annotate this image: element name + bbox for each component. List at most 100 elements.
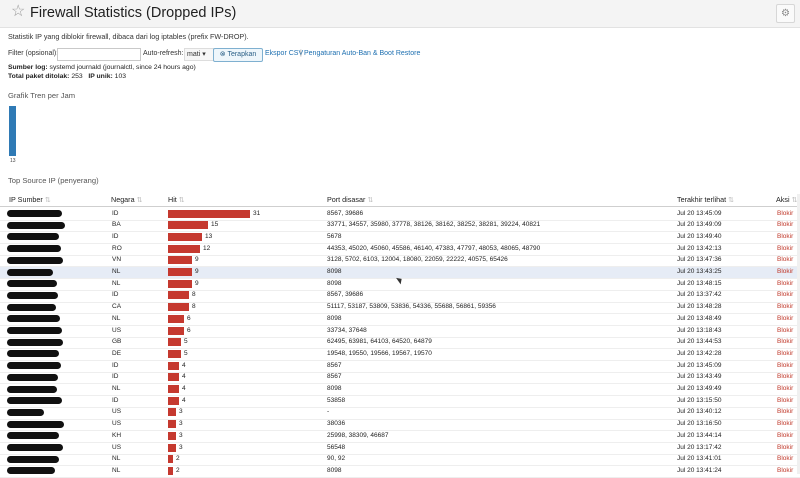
ports-cell: 25998, 38309, 46687 [327,431,389,439]
star-icon[interactable]: ☆ [11,4,25,20]
ports-cell: 33771, 34557, 35980, 37778, 38126, 38162… [327,221,541,229]
ports-cell: 90, 92 [327,455,346,463]
hit-bar [168,396,179,405]
hit-bar [168,373,179,382]
ports-cell: 62495, 63981, 64103, 64520, 64879 [327,338,432,346]
last-seen-cell: Jul 20 13:42:13 [677,244,722,252]
hit-count: 4 [182,396,186,404]
sort-icon: ⇅ [367,195,374,204]
country-cell: US [112,420,122,428]
hit-count: 4 [182,373,186,381]
page-title: Firewall Statistics (Dropped IPs) [30,5,237,21]
last-seen-cell: Jul 20 13:49:49 [677,385,722,392]
block-link[interactable]: Blokir [777,408,793,415]
gear-icon[interactable]: ⚙ [776,4,795,23]
block-link[interactable]: Blokir [777,338,793,345]
ports-cell: 8567, 39686 [327,291,364,299]
block-link[interactable]: Blokir [777,373,793,380]
column-header-country[interactable]: Negara ⇅ [111,195,143,204]
country-cell: NL [112,455,121,463]
trend-title: Grafik Tren per Jam [8,91,76,100]
country-cell: DE [112,349,122,357]
hit-count: 3 [179,408,183,416]
table-title: Top Source IP (penyerang) [8,176,99,185]
apply-button-label: Terapkan [227,51,257,58]
block-link[interactable]: Blokir [777,256,793,263]
block-link[interactable]: Blokir [777,350,793,357]
column-header-action-label: Aksi [776,195,790,204]
column-header-hit[interactable]: Hit ⇅ [168,195,185,204]
autorefresh-label: Auto-refresh: [143,50,184,57]
trend-bar-label: 13 [10,158,16,164]
block-link[interactable]: Blokir [777,303,793,310]
country-cell: KH [112,431,122,439]
hit-count: 4 [182,361,186,369]
hit-bar [168,244,200,253]
country-cell: GB [112,338,122,346]
sort-icon: ⇅ [44,195,51,204]
block-link[interactable]: Blokir [777,385,793,392]
block-link[interactable]: Blokir [777,420,793,427]
block-link[interactable]: Blokir [777,280,793,287]
block-link[interactable]: Blokir [777,432,793,439]
sort-icon: ⇅ [728,195,735,204]
country-cell: VN [112,256,122,264]
column-header-ip[interactable]: IP Sumber ⇅ [9,195,51,204]
column-header-ports[interactable]: Port disasar ⇅ [327,195,373,204]
redacted-ip [7,350,59,358]
block-link[interactable]: Blokir [777,245,793,252]
refresh-icon: ⊗ [219,51,226,58]
export-csv-link[interactable]: Ekspor CSV [265,50,303,57]
filter-label: Filter (opsional): [8,50,59,57]
country-cell: NL [112,279,121,287]
block-link[interactable]: Blokir [777,315,793,322]
ports-cell: 53858 [327,396,346,404]
last-seen-cell: Jul 20 13:45:09 [677,361,722,369]
ports-cell: 56548 [327,443,346,451]
hit-count: 2 [176,466,180,474]
hit-count: 3 [179,443,183,451]
hit-count: 5 [184,338,188,346]
hit-count: 12 [203,244,211,252]
block-link[interactable]: Blokir [777,268,793,275]
hit-bar [168,385,179,393]
block-link[interactable]: Blokir [777,444,793,451]
hit-bar [168,221,208,230]
redacted-ip [7,373,58,381]
country-cell: NL [112,314,121,322]
redacted-ip [7,432,59,440]
hit-bar [168,314,184,323]
autorefresh-select[interactable]: mati ▾ [184,48,214,61]
ports-cell: 8098 [327,279,342,287]
country-cell: ID [112,291,119,299]
column-header-last-seen[interactable]: Terakhir terlihat ⇅ [677,195,734,204]
hit-bar [168,326,184,335]
last-seen-cell: Jul 20 13:15:50 [677,396,722,404]
filter-input[interactable] [57,48,141,61]
block-link[interactable]: Blokir [777,327,793,334]
block-link[interactable]: Blokir [777,233,793,240]
country-cell: ID [112,373,119,381]
last-seen-cell: Jul 20 13:49:40 [677,232,722,240]
hit-bar [168,303,189,312]
block-link[interactable]: Blokir [777,467,793,474]
last-seen-cell: Jul 20 13:48:28 [677,303,722,311]
block-link[interactable]: Blokir [777,210,793,217]
autoban-settings-link[interactable]: Pengaturan Auto-Ban & Boot Restore [304,50,420,57]
last-seen-cell: Jul 20 13:40:12 [677,408,722,416]
redacted-ip [7,420,64,428]
last-seen-cell: Jul 20 13:18:43 [677,326,722,334]
block-link[interactable]: Blokir [777,291,793,298]
hit-count: 31 [253,209,261,217]
hit-bar [168,291,189,300]
redacted-ip [7,210,62,217]
block-link[interactable]: Blokir [777,362,793,369]
last-seen-cell: Jul 20 13:43:49 [677,373,722,381]
block-link[interactable]: Blokir [777,221,793,228]
table-row[interactable]: NL 2 8098 Jul 20 13:41:24 Blokir [0,465,800,478]
column-header-action[interactable]: Aksi ⇅ [776,195,798,204]
hit-bar [168,209,250,218]
apply-button[interactable]: ⊗ Terapkan [213,48,263,62]
block-link[interactable]: Blokir [777,455,793,462]
block-link[interactable]: Blokir [777,397,793,404]
